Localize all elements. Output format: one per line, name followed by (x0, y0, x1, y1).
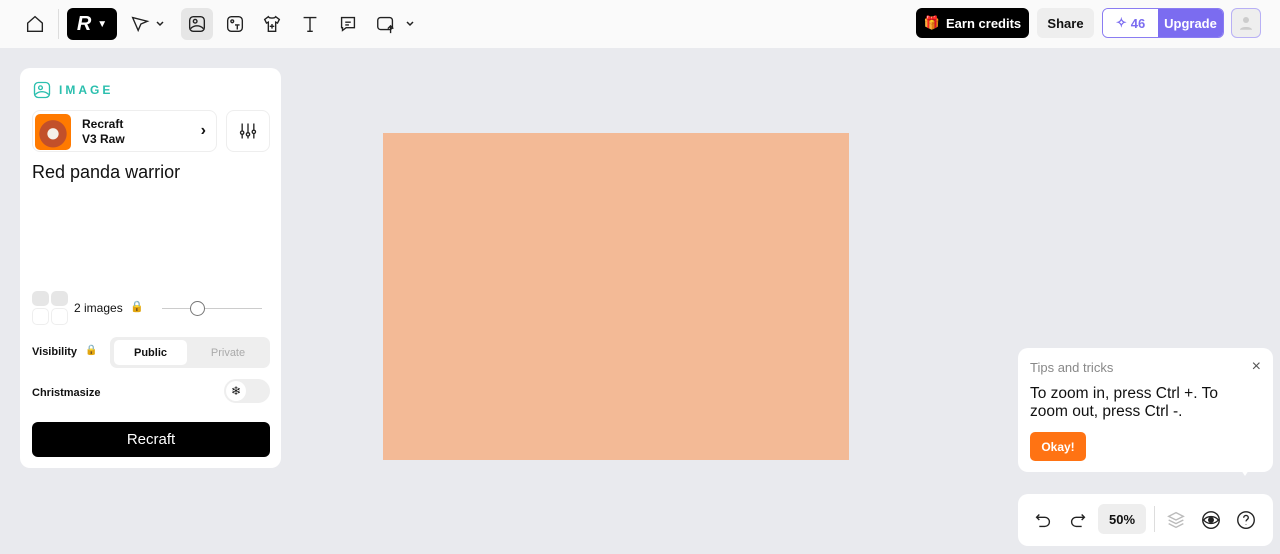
divider (58, 9, 59, 39)
image-panel: IMAGE Recraft V3 Raw › Red panda warrior … (20, 68, 281, 468)
private-option[interactable]: Private (190, 340, 266, 365)
diamond-icon: ✧ (1115, 15, 1127, 30)
tips-title: Tips and tricks (1030, 360, 1114, 375)
image-text-icon (226, 15, 244, 33)
eye-icon (1202, 511, 1220, 529)
tshirt-icon (263, 15, 281, 33)
zoom-bar: 50% (1018, 494, 1273, 546)
pointer-icon (131, 16, 150, 33)
model-thumbnail (35, 114, 71, 150)
section-title: IMAGE (59, 83, 114, 97)
image-text-tool-button[interactable] (219, 8, 251, 40)
prompt-input[interactable]: Red panda warrior (32, 162, 268, 282)
settings-button[interactable] (226, 110, 270, 152)
mockup-tool-button[interactable] (256, 8, 288, 40)
divider (1154, 506, 1155, 532)
canvas-image-frame[interactable] (383, 133, 849, 460)
snowflake-icon: ❄ (226, 381, 246, 401)
chevron-right-icon: › (200, 122, 206, 139)
lock-icon: 🔒 (85, 345, 98, 356)
earn-credits-button[interactable]: 🎁 Earn credits (916, 8, 1029, 38)
images-count: 2 images (74, 301, 123, 315)
model-name-line1: Recraft (82, 117, 124, 131)
comment-icon (340, 16, 356, 32)
preview-button[interactable] (1195, 504, 1227, 536)
model-selector[interactable]: Recraft V3 Raw › (32, 110, 217, 152)
chevron-down-icon (156, 21, 164, 27)
comment-tool-button[interactable] (332, 8, 364, 40)
recraft-button[interactable]: Recraft (32, 422, 270, 457)
chevron-down-icon: ▼ (97, 18, 108, 30)
slider-handle[interactable] (189, 301, 205, 316)
help-button[interactable] (1230, 504, 1262, 536)
undo-button[interactable] (1027, 504, 1059, 536)
logo-menu-button[interactable]: R ▼ (67, 8, 117, 40)
help-icon (1237, 511, 1255, 529)
recraft-logo-icon: R (76, 12, 92, 35)
credits-upgrade-group: ✧ 46 Upgrade (1102, 8, 1224, 38)
close-icon[interactable]: × (1252, 358, 1261, 376)
redo-button[interactable] (1062, 504, 1094, 536)
image-tool-button[interactable] (181, 8, 213, 40)
text-tool-button[interactable] (294, 8, 326, 40)
model-name: Recraft V3 Raw (82, 117, 125, 147)
undo-icon (1035, 514, 1051, 528)
visibility-toggle: Public Private (110, 337, 270, 368)
upgrade-button[interactable]: Upgrade (1158, 9, 1223, 37)
share-button[interactable]: Share (1037, 8, 1094, 38)
zoom-level[interactable]: 50% (1098, 504, 1146, 534)
home-button[interactable] (19, 8, 51, 40)
okay-button[interactable]: Okay! (1030, 432, 1086, 461)
image-upload-icon (377, 16, 394, 34)
tips-body: To zoom in, press Ctrl +. To zoom out, p… (1030, 385, 1218, 420)
credits-badge[interactable]: ✧ 46 (1103, 9, 1158, 37)
text-icon (303, 16, 317, 33)
upload-tool-dropdown[interactable] (400, 8, 420, 40)
select-tool-dropdown[interactable] (150, 8, 170, 40)
lock-icon: 🔒 (130, 301, 144, 313)
image-count-slider[interactable] (162, 301, 262, 316)
sliders-icon (239, 123, 257, 139)
christmasize-toggle[interactable]: ❄ (224, 379, 270, 403)
image-count-icon (32, 291, 68, 325)
upload-tool-button[interactable] (370, 8, 402, 40)
chevron-down-icon (406, 21, 414, 27)
public-option[interactable]: Public (114, 340, 187, 365)
image-icon (188, 15, 206, 33)
layers-icon (1167, 511, 1185, 529)
avatar[interactable] (1231, 8, 1261, 38)
visibility-label: Visibility (32, 346, 78, 358)
layers-button[interactable] (1160, 504, 1192, 536)
user-icon (1240, 17, 1252, 30)
redo-icon (1070, 514, 1086, 528)
model-name-line2: V3 Raw (82, 132, 125, 146)
top-toolbar: R ▼ 🎁 Earn credits Share ✧ 46 Upgrade (0, 0, 1280, 48)
home-icon (26, 15, 44, 33)
image-icon (33, 81, 51, 99)
gift-icon: 🎁 (923, 15, 941, 30)
tips-popup: Tips and tricks × To zoom in, press Ctrl… (1018, 348, 1273, 476)
christmasize-label: Christmasize (32, 387, 101, 399)
